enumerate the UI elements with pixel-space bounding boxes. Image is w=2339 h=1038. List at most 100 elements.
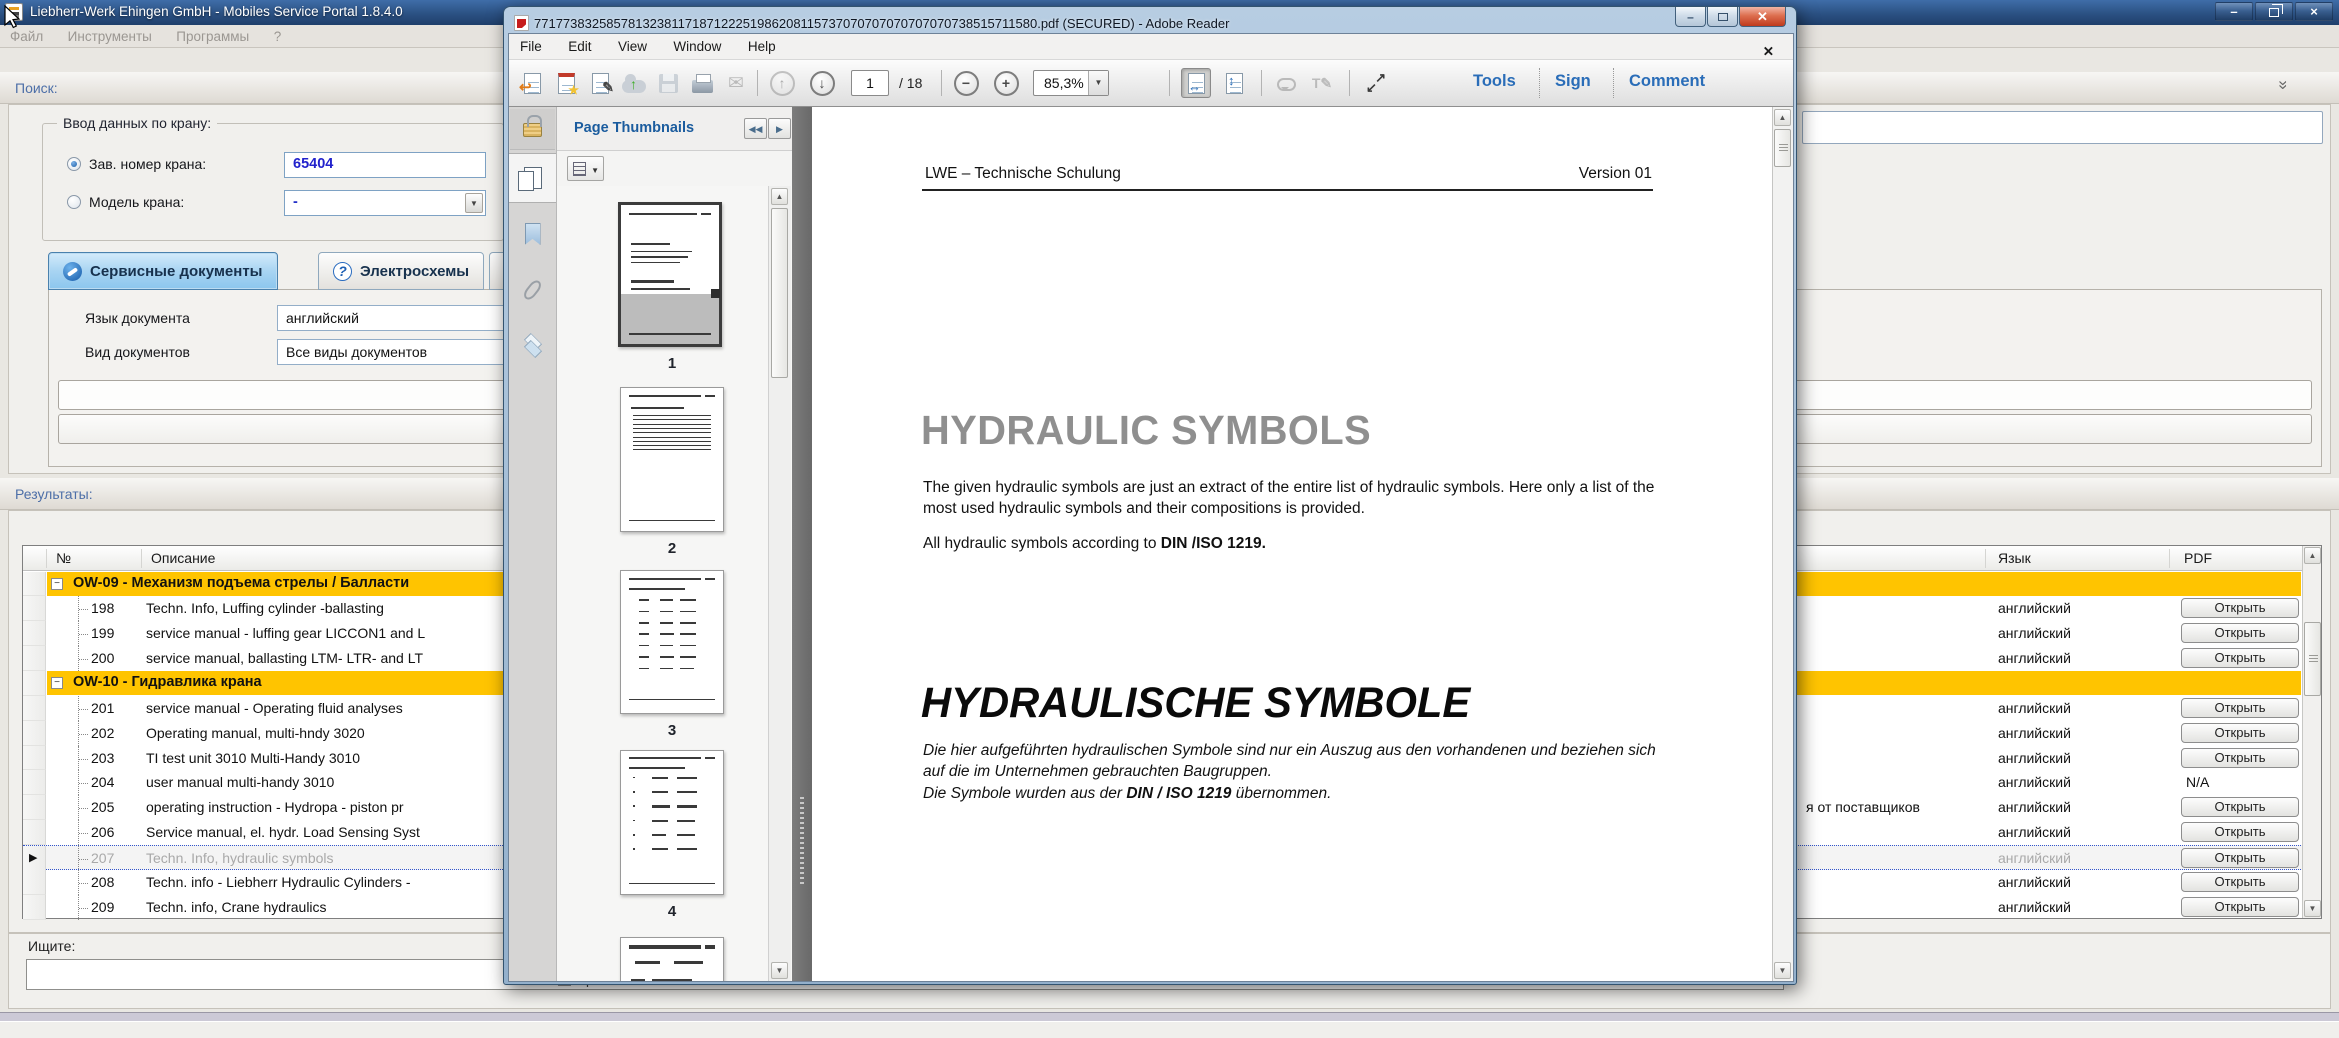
row-gutter[interactable] — [23, 646, 46, 671]
open-pdf-button[interactable]: Открыть — [2181, 748, 2299, 768]
chevron-down-icon[interactable]: ▼ — [1088, 71, 1108, 95]
page-thumbnail[interactable] — [618, 202, 722, 347]
thumbnails-scrollbar-thumb[interactable] — [771, 208, 788, 378]
thumbnail-options-button[interactable]: ▼ — [567, 156, 604, 181]
thumbnails-scrollbar[interactable]: ▲ ▼ — [768, 186, 791, 981]
page-thumbnail[interactable] — [620, 750, 724, 895]
serial-number-input[interactable]: 65404 — [284, 152, 486, 178]
menubar-close-icon[interactable]: ✕ — [1752, 39, 1785, 60]
scroll-up-icon[interactable]: ▲ — [2304, 547, 2321, 564]
language-filter-combo[interactable]: английский — [277, 305, 505, 331]
layers-tab[interactable] — [509, 319, 556, 369]
open-pdf-button[interactable]: Открыть — [2181, 897, 2299, 917]
reader-titlebar[interactable]: 7717738325857813238117187122251986208115… — [508, 9, 1794, 36]
row-gutter[interactable] — [23, 572, 46, 597]
open-pdf-button[interactable]: Открыть — [2181, 848, 2299, 868]
col-header-num[interactable]: № — [56, 550, 71, 566]
collapse-group-icon[interactable]: − — [51, 677, 63, 689]
reader-menu-edit[interactable]: Edit — [557, 34, 602, 54]
row-gutter[interactable] — [23, 621, 46, 646]
table-scrollbar-thumb[interactable] — [2304, 622, 2321, 696]
menu-programs[interactable]: Программы — [166, 29, 259, 44]
open-pdf-button[interactable]: Открыть — [2181, 797, 2299, 817]
panel-splitter[interactable] — [792, 107, 812, 981]
next-page-button[interactable]: ↓ — [807, 68, 837, 98]
pdf-scroll-up-icon[interactable]: ▲ — [1774, 109, 1791, 126]
row-gutter[interactable] — [23, 721, 46, 746]
attachments-tab[interactable] — [509, 265, 556, 315]
page-thumbnail[interactable] — [620, 570, 724, 714]
open-pdf-button[interactable]: Открыть — [2181, 623, 2299, 643]
reader-menu-view[interactable]: View — [607, 34, 658, 54]
reader-minimize-button[interactable]: – — [1675, 7, 1706, 27]
col-header-language[interactable]: Язык — [1998, 550, 2031, 566]
row-gutter[interactable]: ▶ — [23, 846, 46, 871]
pdf-scroll-down-icon[interactable]: ▼ — [1774, 962, 1791, 979]
reader-menu-file[interactable]: File — [509, 34, 553, 54]
menu-help[interactable]: ? — [264, 29, 292, 44]
serial-radio[interactable] — [67, 157, 81, 171]
doctype-filter-combo[interactable]: Все виды документов — [277, 339, 505, 365]
highlight-text-button[interactable]: T✎ — [1307, 68, 1337, 98]
comment-button[interactable]: Comment — [1629, 72, 1705, 91]
collapse-group-icon[interactable]: − — [51, 578, 63, 590]
add-comment-button[interactable] — [1271, 68, 1301, 98]
page-thumbnail[interactable] — [620, 937, 724, 981]
email-button[interactable]: ✉ — [721, 68, 751, 98]
open-pdf-button[interactable]: Открыть — [2181, 723, 2299, 743]
save-button[interactable] — [653, 68, 683, 98]
page-thumbnails-tab[interactable] — [509, 153, 556, 203]
table-scrollbar[interactable]: ▲ ▼ — [2302, 546, 2321, 918]
page-thumbnail[interactable] — [620, 387, 724, 532]
portal-close-button[interactable]: × — [2295, 2, 2333, 21]
collapse-chevron-icon[interactable]: » — [2274, 80, 2294, 87]
row-gutter[interactable] — [23, 671, 46, 696]
row-gutter[interactable] — [23, 895, 46, 920]
reading-mode-button[interactable]: ↗↙ — [1361, 68, 1391, 98]
row-gutter[interactable] — [23, 596, 46, 621]
zoom-level-select[interactable]: 85,3%▼ — [1033, 70, 1109, 96]
reader-menu-help[interactable]: Help — [737, 34, 787, 54]
sign-button[interactable]: Sign — [1555, 72, 1591, 91]
pdf-scrollbar-thumb[interactable] — [1774, 129, 1791, 167]
create-pdf-button[interactable]: ★ — [551, 68, 581, 98]
sign-file-button[interactable]: ✎ — [585, 68, 615, 98]
viewport-resize-handle[interactable] — [711, 289, 720, 298]
menu-file[interactable]: Файл — [0, 29, 53, 44]
zoom-in-button[interactable]: + — [991, 68, 1021, 98]
tab-electric-schemes[interactable]: ? Электросхемы — [318, 252, 484, 290]
fit-page-button[interactable]: ↕ — [1219, 68, 1249, 98]
open-pdf-button[interactable]: Открыть — [2181, 872, 2299, 892]
open-file-button[interactable]: ↩ — [517, 68, 547, 98]
tools-button[interactable]: Tools — [1473, 72, 1516, 91]
search-field-right[interactable] — [1802, 111, 2323, 144]
collapse-panel-button[interactable]: ◀◀ — [744, 118, 767, 139]
thumb-scroll-up-icon[interactable]: ▲ — [771, 188, 788, 205]
col-header-pdf[interactable]: PDF — [2184, 550, 2212, 566]
open-pdf-button[interactable]: Открыть — [2181, 822, 2299, 842]
security-lock-button[interactable] — [510, 109, 555, 150]
page-number-input[interactable]: 1 — [851, 70, 889, 96]
open-pdf-button[interactable]: Открыть — [2181, 598, 2299, 618]
col-header-description[interactable]: Описание — [151, 550, 215, 566]
reader-maximize-button[interactable] — [1707, 7, 1738, 27]
bookmarks-tab[interactable] — [509, 209, 556, 259]
row-gutter[interactable] — [23, 746, 46, 771]
tab-service-documents[interactable]: Сервисные документы — [48, 252, 278, 290]
expand-panel-button[interactable]: ▶ — [768, 118, 791, 139]
previous-page-button[interactable]: ↑ — [767, 68, 797, 98]
chevron-down-icon[interactable]: ▼ — [465, 193, 483, 213]
row-gutter[interactable] — [23, 870, 46, 895]
portal-minimize-button[interactable]: – — [2215, 2, 2253, 21]
pdf-scrollbar[interactable]: ▲ ▼ — [1772, 107, 1793, 981]
menu-tools[interactable]: Инструменты — [58, 29, 162, 44]
crane-model-dropdown[interactable]: -▼ — [284, 190, 486, 216]
reader-close-button[interactable]: ✕ — [1739, 7, 1786, 27]
reader-menu-window[interactable]: Window — [662, 34, 732, 54]
row-gutter[interactable] — [23, 770, 46, 795]
zoom-out-button[interactable]: − — [951, 68, 981, 98]
cloud-upload-button[interactable]: ↑ — [619, 68, 649, 98]
model-radio[interactable] — [67, 195, 81, 209]
fit-width-button[interactable]: ↔ — [1181, 68, 1211, 98]
portal-restore-button[interactable] — [2255, 2, 2293, 21]
